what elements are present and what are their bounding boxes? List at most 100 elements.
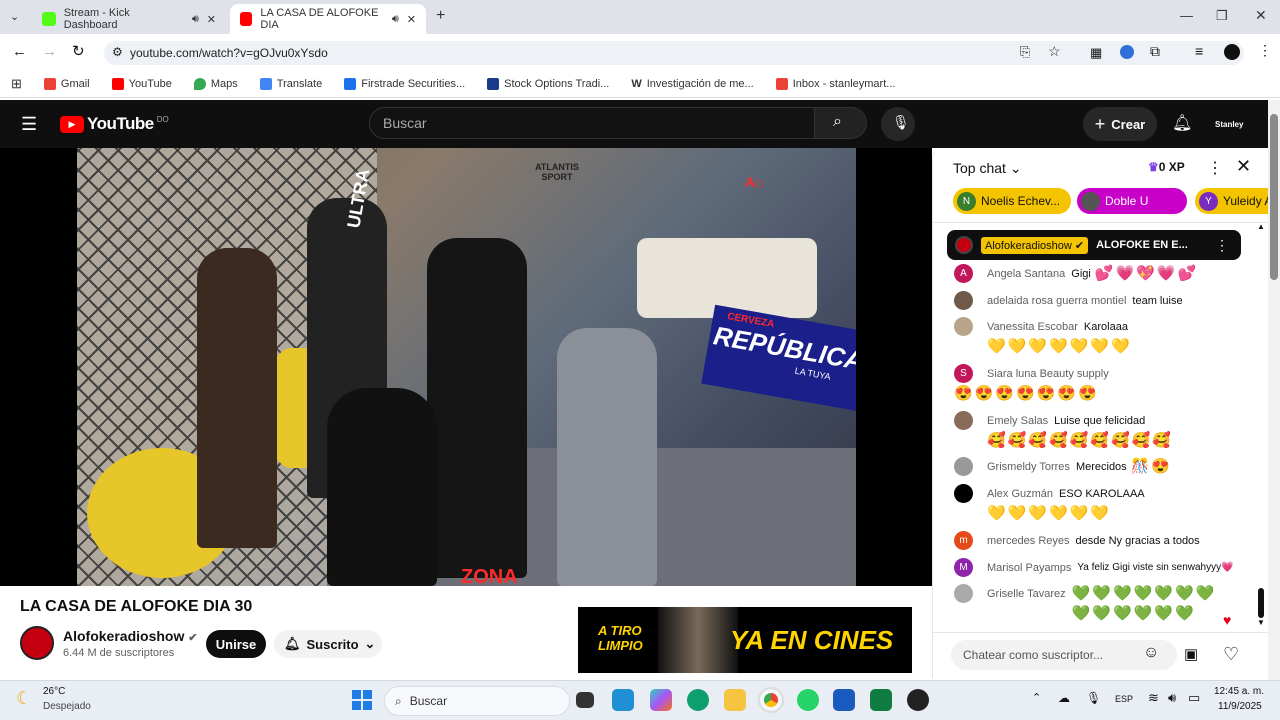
browser-tab-strip: ⌄ Stream - Kick Dashboard 🔊︎ ✕ LA CASA D…	[0, 0, 1280, 34]
bookmark-gmail[interactable]: Gmail	[43, 77, 90, 90]
voice-search-button[interactable]: 🎙︎	[881, 107, 915, 141]
install-app-icon[interactable]: ⎘	[1020, 44, 1030, 60]
window-close-button[interactable]: ✕	[1255, 7, 1267, 24]
battery-icon[interactable]: ▭	[1188, 690, 1200, 706]
ad-banner[interactable]: A TIRO LIMPIO YA EN CINES	[578, 607, 912, 673]
stock-icon	[487, 77, 500, 90]
tray-mic-icon[interactable]: 🎙︎	[1086, 691, 1101, 705]
chat-more-icon[interactable]: ⋮	[1207, 158, 1223, 178]
bookmark-youtube[interactable]: YouTube	[111, 77, 172, 90]
chat-message[interactable]: m mercedes Reyes desde Ny gracias a todos	[954, 531, 1234, 551]
chat-message[interactable]: Emely Salas Luise que felicidad 🥰🥰🥰🥰🥰🥰🥰🥰🥰	[954, 411, 1234, 451]
wifi-icon[interactable]: ≋	[1148, 690, 1159, 706]
chat-message[interactable]: Grismeldy Torres Merecidos 🎊😍	[954, 457, 1234, 477]
extensions-puzzle-icon[interactable]: ⧉	[1150, 43, 1160, 60]
pinned-chip[interactable]: Doble U	[1077, 188, 1187, 214]
bookmark-inbox[interactable]: Inbox - stanleymart...	[775, 77, 895, 90]
copilot-icon[interactable]	[650, 689, 672, 711]
extension-chrome-icon[interactable]	[1120, 45, 1134, 59]
channel-name[interactable]: Alofokeradioshow ✔	[63, 628, 197, 644]
weather-temp[interactable]: 26°C	[43, 686, 65, 697]
chat-message[interactable]: A Angela Santana Gigi 💕💗💖💗💕	[954, 264, 1234, 284]
tab-youtube-active[interactable]: LA CASA DE ALOFOKE DIA 🔊︎ ✕	[230, 4, 426, 34]
taskbar-search[interactable]: ⌕ Buscar	[384, 686, 570, 716]
chat-message[interactable]: Griselle Tavarez 💚💚💚💚💚💚💚💚💚💚💚💚💚	[954, 584, 1234, 624]
tab-search-chevron-icon[interactable]: ⌄	[10, 10, 19, 23]
chat-scrollbar-thumb[interactable]	[1258, 588, 1264, 618]
super-chat-icon[interactable]: ▣	[1184, 645, 1198, 663]
bookmark-firstrade[interactable]: Firstrade Securities...	[344, 77, 465, 90]
user-account-label[interactable]: Stanley	[1215, 120, 1243, 129]
keyboard-language[interactable]: ESP	[1115, 694, 1133, 704]
pinned-chip[interactable]: Y Yuleidy A	[1195, 188, 1269, 214]
clock-time[interactable]: 12:45 a. m.	[1214, 686, 1264, 697]
video-title: LA CASA DE ALOFOKE DIA 30	[20, 598, 253, 615]
excel-icon[interactable]	[870, 689, 892, 711]
page-scrollbar[interactable]	[1268, 100, 1280, 680]
pinned-more-icon[interactable]: ⋮	[1215, 237, 1229, 254]
apps-grid-icon[interactable]: ⊞	[11, 76, 22, 92]
window-minimize-button[interactable]: —	[1180, 8, 1193, 23]
subscribed-button[interactable]: 🔔︎ Suscrito ⌄	[274, 630, 382, 658]
file-explorer-icon[interactable]	[724, 689, 746, 711]
tray-chevron-icon[interactable]: ⌃	[1032, 691, 1041, 704]
chat-scroll-down-icon[interactable]: ▼	[1257, 618, 1265, 627]
window-restore-button[interactable]: ❐	[1216, 8, 1228, 24]
address-bar[interactable]: ⚙ youtube.com/watch?v=gOJvu0xYsdo ⎘ ☆	[104, 41, 1244, 65]
chat-message[interactable]: adelaida rosa guerra montiel team luise	[954, 291, 1234, 311]
pinned-message[interactable]: Alofokeradioshow ✔ ALOFOKE EN E... ⋮	[947, 230, 1241, 260]
emoji-picker-icon[interactable]: ☺	[1143, 644, 1159, 662]
tab-close-icon[interactable]: ✕	[407, 13, 416, 26]
chat-message[interactable]: Vanessita Escobar Karolaaa 💛💛💛💛💛💛💛	[954, 317, 1234, 357]
search-button[interactable]: ⌕	[815, 107, 867, 139]
edge-browser-icon[interactable]	[687, 689, 709, 711]
task-view-icon[interactable]	[576, 692, 594, 708]
bookmark-maps[interactable]: Maps	[193, 77, 238, 90]
forward-arrow-icon[interactable]: →	[42, 43, 57, 60]
video-frame[interactable]: ATLANTIS SPORT ULTRA CERVEZA REPÚBLICA L…	[77, 148, 856, 586]
tab-kick-dashboard[interactable]: Stream - Kick Dashboard 🔊︎ ✕	[32, 4, 226, 34]
tab-close-icon[interactable]: ✕	[207, 13, 216, 26]
extension-icon[interactable]: ▦	[1090, 45, 1102, 61]
edge-icon[interactable]	[612, 689, 634, 711]
whatsapp-icon[interactable]	[797, 689, 819, 711]
weather-sun-icon[interactable]: ☾	[16, 688, 32, 709]
chat-message[interactable]: S Siara luna Beauty supply 😍😍😍😍😍😍😍	[954, 364, 1234, 404]
w-icon: W	[631, 77, 642, 90]
tray-network-icon[interactable]: ☁	[1058, 691, 1070, 705]
clock-date[interactable]: 11/9/2025	[1218, 701, 1262, 712]
weather-condition[interactable]: Despejado	[43, 701, 91, 712]
hamburger-menu-icon[interactable]: ☰	[21, 114, 37, 135]
word-icon[interactable]	[833, 689, 855, 711]
site-info-icon[interactable]: ⚙	[112, 45, 123, 59]
youtube-logo[interactable]: ▶ YouTube DO	[60, 114, 169, 134]
page-scrollbar-thumb[interactable]	[1270, 114, 1278, 280]
bookmark-stock-options[interactable]: Stock Options Tradi...	[487, 77, 609, 90]
chat-message[interactable]: Alex Guzmán ESO KAROLAAA 💛💛💛💛💛💛	[954, 484, 1234, 524]
chat-scroll-up-icon[interactable]: ▲	[1257, 222, 1265, 231]
start-windows-icon[interactable]	[352, 690, 372, 710]
chat-close-icon[interactable]: ✕	[1236, 156, 1251, 177]
reload-icon[interactable]: ↻	[72, 42, 85, 60]
back-arrow-icon[interactable]: ←	[12, 43, 27, 60]
bookmark-star-icon[interactable]: ☆	[1048, 43, 1061, 60]
notifications-bell-icon[interactable]: 🔔︎	[1172, 113, 1192, 133]
chat-mode-dropdown[interactable]: Top chat ⌄	[953, 160, 1022, 177]
chat-message[interactable]: M Marisol Payamps Ya feliz Gigi viste sin …	[954, 558, 1244, 578]
pinned-chip[interactable]: N Noelis Echev...	[953, 188, 1071, 214]
profile-avatar[interactable]	[1224, 44, 1240, 60]
browser-menu-icon[interactable]: ⋮	[1258, 42, 1272, 59]
xp-badge[interactable]: ♛0 XP	[1148, 160, 1185, 174]
app-icon[interactable]	[907, 689, 929, 711]
like-heart-icon[interactable]: ♡	[1223, 644, 1239, 665]
new-tab-button[interactable]: +	[436, 7, 445, 25]
bookmark-translate[interactable]: Translate	[259, 77, 322, 90]
volume-icon[interactable]: 🔊︎	[1168, 690, 1176, 706]
search-input[interactable]: Buscar	[369, 107, 815, 139]
join-button[interactable]: Unirse	[206, 630, 266, 658]
media-control-icon[interactable]: ≡	[1195, 43, 1203, 59]
bookmark-investigacion[interactable]: W Investigación de me...	[631, 78, 753, 90]
create-button[interactable]: + Crear	[1083, 107, 1157, 141]
chrome-icon[interactable]	[758, 687, 784, 713]
channel-avatar[interactable]	[20, 626, 54, 660]
